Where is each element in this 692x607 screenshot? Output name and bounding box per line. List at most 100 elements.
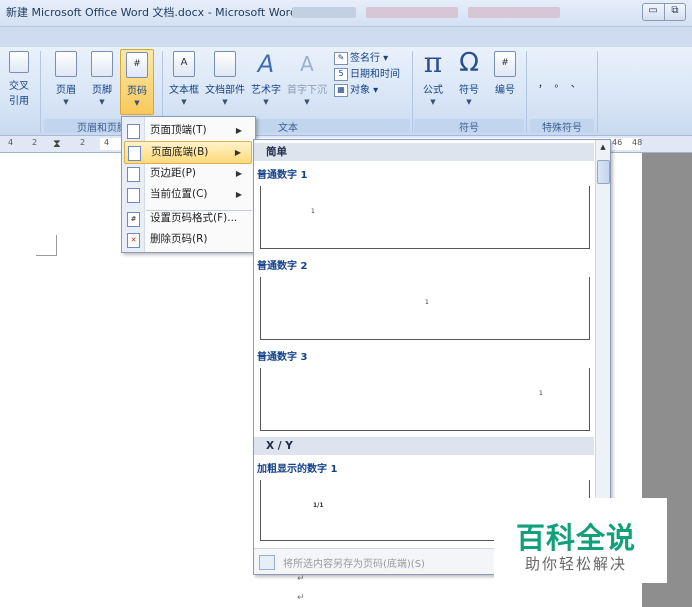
cross-reference-button[interactable]: 交叉 引用 — [2, 51, 36, 107]
watermark-title: 百科全说 — [516, 521, 637, 555]
ruler-number: 2 — [80, 138, 86, 147]
number-button[interactable]: # 编号 — [490, 51, 520, 96]
gallery-section-header: 简单 — [254, 143, 594, 161]
menu-item-remove-page-numbers[interactable]: ✕ 删除页码(R) — [124, 229, 252, 250]
signature-icon: ✎ — [334, 51, 348, 65]
number-label: 编号 — [495, 85, 515, 96]
object-icon: ▦ — [334, 83, 348, 97]
textbox-label: 文本框 — [169, 85, 199, 96]
textbox-button[interactable]: A 文本框 ▼ — [166, 51, 202, 106]
menu-item-top-of-page[interactable]: 页面顶端(T) ▶ — [124, 120, 252, 141]
submenu-arrow-icon: ▶ — [235, 190, 242, 199]
text-small-buttons: ✎ 签名行 ▾ 5 日期和时间 ▦ 对象 ▾ — [334, 51, 408, 99]
ruler-number: 4 — [104, 138, 110, 147]
page-bottom-icon — [128, 146, 141, 161]
indent-marker-icon[interactable]: ⧗ — [53, 137, 61, 151]
drop-cap-button[interactable]: A 首字下沉 ▼ — [286, 51, 328, 106]
symbol-label: 符号 — [459, 85, 479, 96]
blurred-taskbar-item — [468, 7, 560, 18]
ruler-number: 46 — [612, 138, 623, 147]
ruler-number: 2 — [32, 138, 38, 147]
pi-icon: π — [423, 46, 443, 79]
group-divider — [412, 51, 413, 133]
menu-item-current-position[interactable]: 当前位置(C) ▶ — [124, 184, 252, 205]
cross-reference-label-1: 交叉 — [9, 81, 29, 92]
scroll-up-icon[interactable]: ▲ — [597, 141, 609, 153]
textbox-icon: A — [173, 51, 195, 77]
paragraph-mark-icon: ↵ — [297, 574, 305, 584]
number-icon: # — [494, 51, 516, 77]
signature-line-button[interactable]: ✎ 签名行 ▾ — [334, 51, 408, 67]
menu-item-label: 页边距(P) — [150, 167, 197, 179]
drop-cap-label: 首字下沉 — [287, 85, 327, 96]
page-number-menu: 页面顶端(T) ▶ 页面底端(B) ▶ 页边距(P) ▶ 当前位置(C) ▶ #… — [121, 116, 256, 253]
page-margin-icon — [127, 167, 140, 182]
menu-item-bottom-of-page[interactable]: 页面底端(B) ▶ — [124, 141, 252, 164]
menu-item-label: 页面底端(B) — [151, 146, 209, 158]
ruler-number: 4 — [8, 138, 14, 147]
quick-parts-button[interactable]: 文档部件 ▼ — [204, 51, 246, 106]
submenu-arrow-icon: ▶ — [235, 126, 242, 135]
symbol-button[interactable]: Ω 符号 ▼ — [454, 49, 484, 106]
scrollbar-thumb[interactable] — [597, 160, 610, 184]
chevron-down-icon: ▼ — [222, 98, 228, 106]
ribbon-tab-row — [0, 27, 692, 47]
wordart-button[interactable]: A 艺术字 ▼ — [248, 51, 284, 106]
object-label: 对象 — [350, 85, 370, 96]
gallery-item-title: 普通数字 1 — [257, 170, 308, 181]
omega-icon: Ω — [459, 48, 479, 78]
menu-item-label: 设置页码格式(F)... — [150, 212, 238, 224]
gallery-item-plain-number-1[interactable]: 1 — [260, 186, 590, 249]
drop-cap-icon: A — [300, 52, 314, 76]
menu-item-page-margins[interactable]: 页边距(P) ▶ — [124, 163, 252, 184]
menu-item-label: 删除页码(R) — [150, 233, 208, 245]
date-time-button[interactable]: 5 日期和时间 — [334, 67, 408, 83]
submenu-arrow-icon: ▶ — [235, 169, 242, 178]
gallery-item-plain-number-2[interactable]: 1 — [260, 277, 590, 340]
save-selection-icon — [259, 555, 275, 570]
menu-item-format-page-numbers[interactable]: # 设置页码格式(F)... — [124, 208, 252, 229]
signature-label: 签名行 — [350, 53, 380, 64]
blurred-taskbar-item — [292, 7, 356, 18]
submenu-arrow-icon: ▶ — [234, 148, 241, 157]
page-number-sample: 1 — [539, 390, 543, 397]
format-icon: # — [127, 212, 140, 227]
header-button[interactable]: 页眉 ▼ — [50, 51, 82, 106]
calendar-icon: 5 — [334, 67, 348, 81]
restore-icon[interactable]: ⧉ — [664, 4, 685, 20]
gallery-item-plain-number-3[interactable]: 1 — [260, 368, 590, 431]
formula-button[interactable]: π 公式 ▼ — [418, 46, 448, 107]
gallery-item-title: 普通数字 2 — [257, 261, 308, 272]
save-selection-to-gallery-item[interactable]: 将所选内容另存为页码(底端)(S) — [283, 555, 425, 570]
menu-item-label: 页面顶端(T) — [150, 124, 207, 136]
page-number-sample: 1 — [311, 208, 315, 215]
group-divider — [597, 51, 598, 133]
group-divider — [40, 51, 41, 133]
chevron-down-icon: ▼ — [304, 98, 310, 106]
chevron-down-icon: ▼ — [181, 98, 187, 106]
group-label-symbols: 符号 — [414, 119, 524, 134]
watermark-subtitle: 助你轻松解决 — [525, 555, 628, 573]
wordart-label: 艺术字 — [251, 85, 281, 96]
footer-button[interactable]: 页脚 ▼ — [86, 51, 118, 106]
cross-reference-icon — [9, 51, 29, 73]
page-number-sample: 1 — [425, 299, 429, 306]
margin-corner-mark — [36, 235, 57, 256]
formula-label: 公式 — [423, 85, 443, 96]
minimize-icon[interactable]: ▭ — [643, 4, 663, 20]
object-button[interactable]: ▦ 对象 ▾ — [334, 83, 408, 99]
title-bar: 新建 Microsoft Office Word 文档.docx - Micro… — [0, 0, 692, 27]
quick-parts-label: 文档部件 — [205, 85, 245, 96]
current-position-icon — [127, 188, 140, 203]
footer-icon — [91, 51, 113, 77]
chevron-down-icon: ▼ — [263, 98, 269, 106]
site-watermark: 百科全说 助你轻松解决 — [494, 498, 667, 583]
window-controls: ▭ ⧉ — [642, 3, 686, 21]
gallery-section-header: X / Y — [254, 437, 594, 455]
menu-item-label: 当前位置(C) — [150, 188, 208, 200]
gallery-item-title: 普通数字 3 — [257, 352, 308, 363]
footer-label: 页脚 — [92, 85, 112, 96]
quick-parts-icon — [214, 51, 236, 77]
ruler-number: 48 — [632, 138, 643, 147]
page-number-button[interactable]: # 页码 ▼ — [120, 49, 154, 115]
